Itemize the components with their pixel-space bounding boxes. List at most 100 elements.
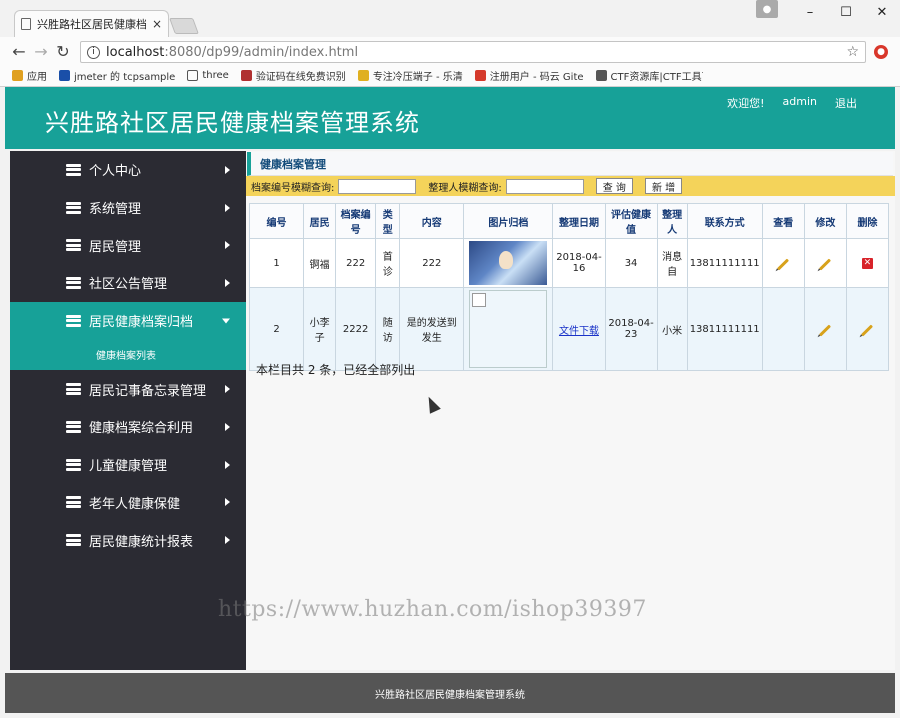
edit-pencil-icon[interactable] (861, 323, 874, 337)
archive-image[interactable] (469, 241, 548, 285)
bookmark-item[interactable]: three (187, 70, 229, 81)
forward-icon[interactable]: → (30, 42, 52, 61)
cell-content: 222 (399, 238, 465, 288)
app-title: 兴胜路社区居民健康档案管理系统 (45, 109, 420, 137)
table-row: 1 锕福 222 首诊 222 2018-04-16 34 消息自 138111… (248, 238, 890, 288)
profile-icon[interactable]: ● (756, 0, 778, 18)
new-tab-button[interactable] (169, 18, 199, 34)
menu-icon (66, 201, 81, 214)
file-download-link[interactable]: 文件下载 (559, 326, 599, 337)
table-row: 2 小李子 2222 随访 是的发送到发生 文件下载 2018-04-23 小米… (248, 287, 890, 371)
close-window-button[interactable]: ✕ (864, 0, 900, 24)
cell-file: 文件下载 (552, 287, 606, 371)
bookmark-item[interactable]: 注册用户 - 码云 Gite (474, 68, 584, 83)
apps-icon (12, 70, 23, 81)
menu-icon (66, 276, 81, 289)
browser-tab[interactable]: 兴胜路社区居民健康档案 × (14, 10, 169, 37)
sidebar-item-health-archive[interactable]: 居民健康档案归档 (10, 301, 246, 340)
col-header: 内容 (399, 203, 465, 239)
sidebar-item-personal-center[interactable]: 个人中心 (10, 151, 246, 189)
file-no-search-label: 档案编号模糊查询: (251, 182, 335, 194)
cell-edit (803, 238, 847, 288)
username-link[interactable]: admin (783, 95, 817, 111)
file-no-search-input[interactable] (338, 178, 417, 194)
address-bar[interactable]: i localhost :8080/dp99/admin/index.html … (80, 41, 866, 63)
col-header: 档案编号 (335, 203, 377, 239)
cell-phone: 13811111111 (686, 238, 763, 288)
broken-image-icon[interactable] (469, 290, 548, 368)
view-pencil-icon[interactable] (777, 257, 790, 271)
sidebar-item-system[interactable]: 系统管理 (10, 189, 246, 227)
sidebar-item-child-health[interactable]: 儿童健康管理 (10, 446, 246, 484)
cell-type: 首诊 (375, 238, 401, 288)
col-header: 整理人 (656, 203, 688, 239)
cell-image (463, 287, 554, 371)
back-icon[interactable]: ← (8, 42, 30, 61)
delete-icon[interactable]: ✕ (861, 258, 873, 269)
bookmark-star-icon[interactable]: ☆ (846, 44, 859, 60)
submenu-health-record-list[interactable]: 健康档案列表 (10, 339, 246, 371)
info-icon[interactable]: i (87, 45, 100, 59)
cell-view (761, 287, 805, 371)
menu-icon (66, 496, 81, 509)
edit-pencil-icon[interactable] (819, 257, 832, 271)
cell-delete: ✕ (845, 238, 890, 288)
chevron-right-icon (225, 165, 230, 174)
sidebar-item-elderly-care[interactable]: 老年人健康保健 (10, 484, 246, 522)
trophy-icon (357, 70, 369, 81)
sidebar-item-memo[interactable]: 居民记事备忘录管理 (10, 370, 246, 408)
cell-date: 2018-04-23 (604, 287, 658, 371)
tab-title: 兴胜路社区居民健康档案 (37, 18, 146, 31)
cell-resident: 锕福 (303, 238, 337, 288)
bookmark-item[interactable]: 应用 (12, 68, 47, 83)
url-host: localhost (106, 44, 165, 60)
query-button[interactable]: 查 询 (595, 178, 633, 194)
maximize-button[interactable]: ☐ (828, 0, 864, 24)
logout-link[interactable]: 退出 (835, 95, 857, 111)
cell-file-no: 222 (335, 238, 377, 288)
chevron-right-icon (225, 241, 230, 250)
menu-icon (66, 420, 81, 433)
minimize-button[interactable]: – (792, 0, 828, 24)
sidebar-item-archive-usage[interactable]: 健康档案综合利用 (10, 408, 246, 446)
summary-text: 本栏目共 2 条，已经全部列出 (256, 363, 416, 377)
cell-content: 是的发送到发生 (399, 287, 465, 371)
tab-close-icon[interactable]: × (152, 17, 162, 31)
extension-icon[interactable]: ● (874, 45, 888, 59)
footer: 兴胜路社区居民健康档案管理系统 (5, 673, 895, 713)
cell-organizer: 消息自 (656, 238, 688, 288)
add-button[interactable]: 新 增 (644, 178, 683, 194)
address-row: ← → ↻ i localhost :8080/dp99/admin/index… (0, 37, 900, 65)
app-header: 兴胜路社区居民健康档案管理系统 欢迎您! admin 退出 (5, 87, 895, 149)
menu-icon (66, 314, 81, 327)
page-icon (21, 18, 31, 30)
main-content: 健康档案管理 档案编号模糊查询: 整理人模糊查询: 查 询 新 增 编号 居民 … (246, 151, 895, 670)
sidebar-item-statistics[interactable]: 居民健康统计报表 (10, 521, 246, 559)
table-header-row: 编号 居民 档案编号 类型 内容 图片归档 整理日期 评估健康值 整理人 联系方… (248, 203, 890, 239)
col-header: 图片归档 (463, 203, 554, 239)
sidebar-item-announcements[interactable]: 社区公告管理 (10, 264, 246, 302)
reload-icon[interactable]: ↻ (52, 42, 74, 61)
chevron-right-icon (225, 422, 230, 431)
header-links: 欢迎您! admin 退出 (727, 95, 857, 111)
bookmark-item[interactable]: 验证码在线免费识别 (240, 68, 346, 83)
bookmark-item[interactable]: 专注冷压端子 - 乐清 (357, 68, 463, 83)
organizer-search-input[interactable] (505, 178, 584, 194)
bookmark-item[interactable]: CTF资源库|CTF工具下 (595, 68, 703, 83)
search-bar: 档案编号模糊查询: 整理人模糊查询: 查 询 新 增 (246, 176, 895, 196)
chevron-right-icon (225, 460, 230, 469)
sidebar-item-residents[interactable]: 居民管理 (10, 226, 246, 264)
bookmark-item[interactable]: jmeter 的 tcpsample (59, 68, 175, 83)
sidebar: 个人中心 系统管理 居民管理 社区公告管理 居民健康档案归档 健康档案列表 居民… (10, 151, 246, 670)
cell-id: 2 (248, 287, 305, 371)
cell-organizer: 小米 (656, 287, 688, 371)
col-header: 联系方式 (686, 203, 763, 239)
menu-icon (66, 458, 81, 471)
menu-icon (66, 163, 81, 176)
col-header: 编号 (248, 203, 305, 239)
cell-delete (845, 287, 890, 371)
edit-pencil-icon[interactable] (819, 323, 832, 337)
watermark: https://www.huzhan.com/ishop39397 (218, 597, 647, 622)
window-controls: ● – ☐ ✕ (756, 0, 900, 24)
cell-view (761, 238, 805, 288)
